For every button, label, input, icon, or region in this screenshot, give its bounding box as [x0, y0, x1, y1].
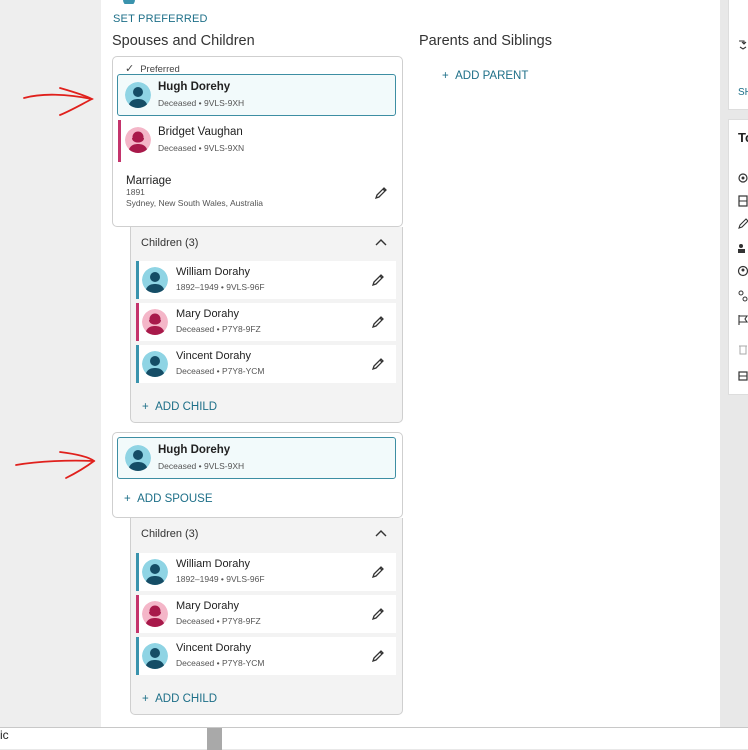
female-avatar-icon — [125, 127, 151, 153]
add-child-button[interactable]: + ADD CHILD — [142, 401, 217, 413]
male-avatar-icon — [125, 82, 151, 108]
person-meta: Deceased • 9VLS-9XH — [158, 461, 245, 471]
edit-child-icon[interactable] — [371, 607, 385, 621]
child-meta: 1892–1949 • 9VLS-96F — [176, 282, 265, 292]
person-husband[interactable]: Hugh Dorehy Deceased • 9VLS-9XH — [117, 74, 396, 116]
add-spouse-label: ADD SPOUSE — [137, 493, 213, 505]
child-row[interactable]: William Dorahy 1892–1949 • 9VLS-96F — [136, 553, 396, 591]
edit-child-icon[interactable] — [371, 565, 385, 579]
person-husband[interactable]: Hugh Dorehy Deceased • 9VLS-9XH — [117, 437, 396, 479]
child-name: Vincent Dorahy — [176, 642, 252, 654]
parents-and-siblings-title: Parents and Siblings — [419, 33, 552, 49]
marriage-label: Marriage — [126, 175, 172, 187]
edit-child-icon[interactable] — [371, 273, 385, 287]
plus-icon: + — [142, 693, 156, 705]
child-row[interactable]: Mary Dorahy Deceased • P7Y8-9FZ — [136, 595, 396, 633]
add-child-label: ADD CHILD — [155, 401, 218, 413]
plus-icon: + — [442, 70, 456, 82]
child-row[interactable]: William Dorahy 1892–1949 • 9VLS-96F — [136, 261, 396, 299]
female-avatar-icon — [142, 309, 168, 335]
right-card-link[interactable]: SH — [738, 87, 748, 98]
child-name: William Dorahy — [176, 266, 250, 278]
child-meta: Deceased • P7Y8-YCM — [176, 658, 265, 668]
chevron-up-icon[interactable] — [375, 529, 387, 537]
plus-icon: + — [142, 401, 156, 413]
add-child-label: ADD CHILD — [155, 693, 218, 705]
scrollbar-thumb[interactable] — [207, 728, 222, 750]
bottom-bar: ic — [0, 727, 748, 750]
merge-icon[interactable] — [737, 370, 748, 382]
children-header[interactable]: Children (3) — [141, 528, 198, 540]
marriage-event: Marriage 1891 Sydney, New South Wales, A… — [126, 175, 263, 209]
child-row[interactable]: Vincent Dorahy Deceased • P7Y8-YCM — [136, 637, 396, 675]
trash-icon[interactable] — [737, 343, 748, 355]
person-name: Hugh Dorehy — [158, 81, 231, 93]
pen-icon[interactable] — [737, 218, 748, 230]
person-name: Hugh Dorehy — [158, 444, 231, 456]
marriage-place: Sydney, New South Wales, Australia — [126, 198, 264, 208]
printer-icon[interactable] — [737, 195, 748, 207]
child-meta: Deceased • P7Y8-9FZ — [176, 324, 261, 334]
person-meta: Deceased • 9VLS-9XN — [158, 143, 245, 153]
child-name: Vincent Dorahy — [176, 350, 252, 362]
male-avatar-icon — [142, 559, 168, 585]
child-name: Mary Dorahy — [176, 600, 239, 612]
child-row[interactable]: Vincent Dorahy Deceased • P7Y8-YCM — [136, 345, 396, 383]
child-meta: Deceased • P7Y8-9FZ — [176, 616, 261, 626]
add-parent-label: ADD PARENT — [455, 70, 529, 82]
person-name: Bridget Vaughan — [158, 126, 243, 138]
edit-marriage-icon[interactable] — [374, 186, 388, 200]
edit-child-icon[interactable] — [371, 315, 385, 329]
plus-icon: + — [124, 493, 138, 505]
flag-icon[interactable] — [737, 314, 748, 326]
right-gutter — [720, 0, 728, 727]
add-spouse-button[interactable]: + ADD SPOUSE — [124, 493, 213, 505]
female-avatar-icon — [142, 601, 168, 627]
annotation-arrow-icon — [15, 451, 96, 479]
tools-title: To — [738, 130, 748, 145]
male-avatar-icon — [142, 351, 168, 377]
person-wife[interactable]: Bridget Vaughan Deceased • 9VLS-9XN — [118, 120, 396, 162]
child-row[interactable]: Mary Dorahy Deceased • P7Y8-9FZ — [136, 303, 396, 341]
set-preferred-link[interactable]: SET PREFERRED — [113, 13, 208, 25]
person-meta: Deceased • 9VLS-9XH — [158, 98, 245, 108]
top-partial-icon — [123, 0, 135, 4]
child-meta: 1892–1949 • 9VLS-96F — [176, 574, 265, 584]
male-avatar-icon — [142, 267, 168, 293]
children-header[interactable]: Children (3) — [141, 237, 198, 249]
marriage-year: 1891 — [126, 187, 145, 197]
child-meta: Deceased • P7Y8-YCM — [176, 366, 265, 376]
child-name: William Dorahy — [176, 558, 250, 570]
child-name: Mary Dorahy — [176, 308, 239, 320]
male-avatar-icon — [142, 643, 168, 669]
tree-icon[interactable] — [737, 172, 748, 184]
relationship-icon[interactable] — [737, 290, 748, 302]
edit-child-icon[interactable] — [371, 649, 385, 663]
add-child-button[interactable]: + ADD CHILD — [142, 693, 217, 705]
male-avatar-icon — [125, 445, 151, 471]
chevron-up-icon[interactable] — [375, 238, 387, 246]
share-icon[interactable] — [737, 38, 748, 50]
people-icon[interactable] — [737, 242, 748, 254]
spouses-and-children-title: Spouses and Children — [112, 33, 255, 49]
edit-child-icon[interactable] — [371, 357, 385, 371]
annotation-arrow-icon — [23, 87, 94, 116]
bottom-partial-text: ic — [0, 728, 9, 742]
add-parent-button[interactable]: + ADD PARENT — [442, 70, 528, 82]
person-circle-icon[interactable] — [737, 265, 748, 277]
